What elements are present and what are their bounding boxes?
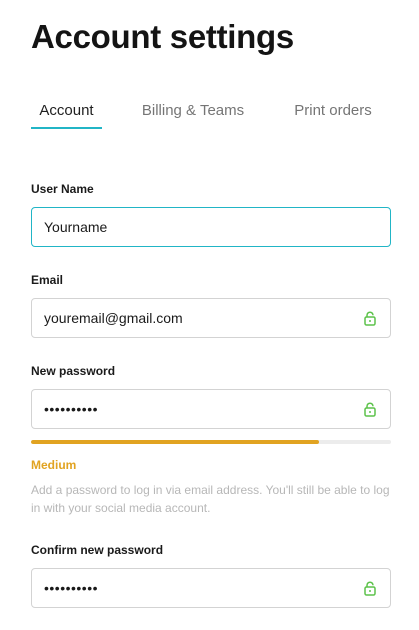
tab-billing-teams[interactable]: Billing & Teams xyxy=(137,96,249,132)
email-field-box xyxy=(31,298,391,338)
lock-icon xyxy=(364,581,376,596)
new-password-label: New password xyxy=(31,364,116,378)
page-title: Account settings xyxy=(31,18,294,55)
password-helper-text: Add a password to log in via email addre… xyxy=(31,483,390,515)
password-strength-bar xyxy=(31,440,391,444)
confirm-password-label: Confirm new password xyxy=(31,543,164,557)
lock-icon xyxy=(364,311,376,326)
username-label: User Name xyxy=(31,182,94,196)
new-password-field-box xyxy=(31,389,391,429)
settings-tabs: Account Billing & Teams Print orders xyxy=(31,96,391,132)
password-strength-label: Medium xyxy=(31,458,77,472)
email-input[interactable] xyxy=(44,299,344,337)
new-password-input[interactable] xyxy=(44,390,344,428)
tab-account[interactable]: Account xyxy=(31,96,102,132)
lock-icon xyxy=(364,402,376,417)
password-strength-fill xyxy=(31,440,319,444)
username-field-box xyxy=(31,207,391,247)
username-input[interactable] xyxy=(44,208,344,246)
tab-print-orders[interactable]: Print orders xyxy=(288,96,378,132)
email-label: Email xyxy=(31,273,64,287)
confirm-password-field-box xyxy=(31,568,391,608)
confirm-password-input[interactable] xyxy=(44,569,344,607)
